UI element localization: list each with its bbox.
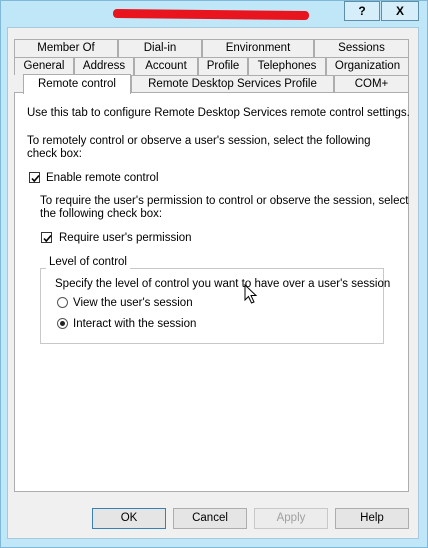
enable-remote-control-label[interactable]: Enable remote control: [46, 171, 159, 185]
mouse-cursor-icon: [244, 284, 258, 304]
tab-general[interactable]: General: [14, 57, 74, 75]
intro-text: Use this tab to configure Remote Desktop…: [27, 107, 410, 119]
level-of-control-legend: Level of control: [46, 255, 130, 269]
interact-session-radio[interactable]: [57, 318, 68, 329]
permission-line-1: To require the user's permission to cont…: [40, 195, 409, 207]
instruction-line-2: check box:: [27, 148, 82, 160]
require-permission-label[interactable]: Require user's permission: [59, 231, 192, 245]
title-bar[interactable]: ? X: [1, 1, 427, 27]
tab-remote-control[interactable]: Remote control: [23, 74, 131, 94]
tab-profile[interactable]: Profile: [198, 57, 248, 75]
checkmark-icon: [31, 174, 40, 183]
help-title-button[interactable]: ?: [344, 1, 380, 21]
tab-environment[interactable]: Environment: [202, 39, 314, 57]
tab-account[interactable]: Account: [134, 57, 198, 75]
level-description: Specify the level of control you want to…: [55, 278, 391, 290]
tab-address[interactable]: Address: [74, 57, 134, 75]
permission-line-2: the following check box:: [40, 208, 163, 220]
redacted-title: [112, 8, 310, 21]
require-permission-checkbox[interactable]: [41, 232, 52, 243]
interact-session-label[interactable]: Interact with the session: [73, 317, 196, 331]
instruction-line-1: To remotely control or observe a user's …: [27, 135, 371, 147]
help-button[interactable]: Help: [335, 508, 409, 529]
apply-button[interactable]: Apply: [254, 508, 328, 529]
tab-dial-in[interactable]: Dial-in: [118, 39, 202, 57]
tab-member-of[interactable]: Member Of: [14, 39, 118, 57]
tab-organization[interactable]: Organization: [326, 57, 409, 75]
ok-button[interactable]: OK: [92, 508, 166, 529]
tab-com-plus[interactable]: COM+: [334, 75, 409, 93]
view-session-label[interactable]: View the user's session: [73, 296, 193, 310]
tab-rds-profile[interactable]: Remote Desktop Services Profile: [131, 75, 334, 93]
view-session-radio[interactable]: [57, 297, 68, 308]
tab-telephones[interactable]: Telephones: [248, 57, 326, 75]
cancel-button[interactable]: Cancel: [173, 508, 247, 529]
tab-sessions[interactable]: Sessions: [314, 39, 409, 57]
checkmark-icon: [43, 234, 52, 243]
radio-selected-dot: [60, 321, 65, 326]
close-button[interactable]: X: [381, 1, 419, 21]
enable-remote-control-checkbox[interactable]: [29, 172, 40, 183]
